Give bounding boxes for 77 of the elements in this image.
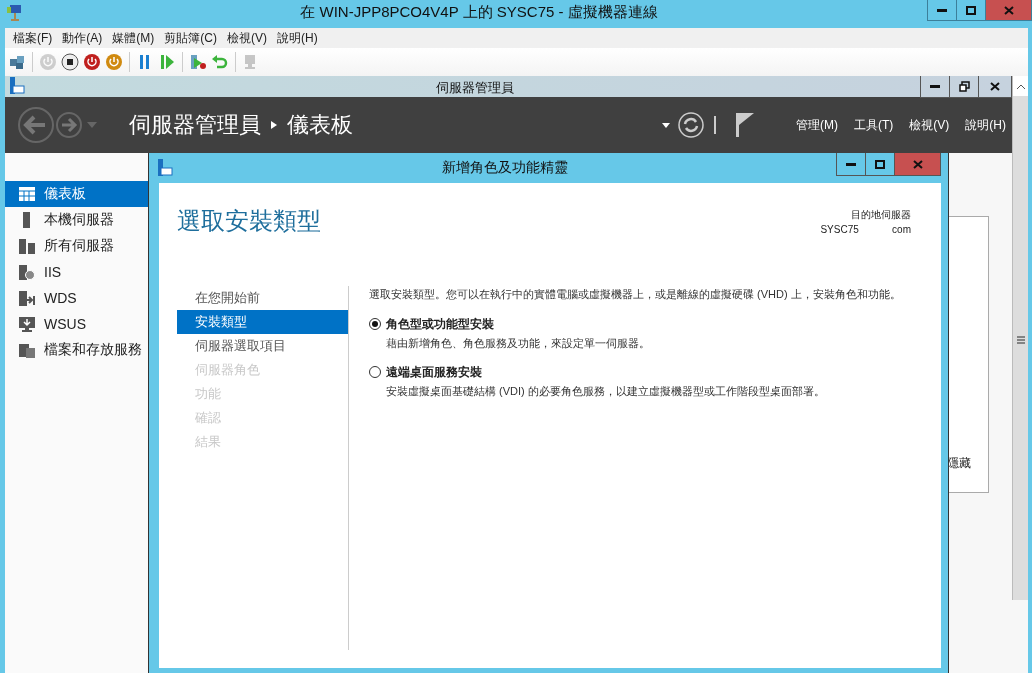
sidebar-label: 儀表板 <box>44 185 86 203</box>
option-description: 藉由新增角色、角色服務及功能，來設定單一伺服器。 <box>386 336 650 351</box>
minimize-button[interactable] <box>836 153 866 176</box>
restore-icon <box>958 81 970 92</box>
minimize-icon <box>937 8 947 12</box>
breadcrumb-item: 伺服器管理員 <box>129 111 261 139</box>
sidebar-item[interactable]: WSUS <box>5 311 148 337</box>
maximize-icon <box>966 5 976 15</box>
computer-network-icon <box>6 4 24 22</box>
wizard-step[interactable]: 在您開始前 <box>177 286 348 310</box>
minimize-button[interactable] <box>927 0 957 21</box>
menu-item[interactable]: 說明(H) <box>965 116 1006 134</box>
chevron-icon <box>271 121 277 129</box>
sidebar-item[interactable]: IIS <box>5 259 148 285</box>
minimize-icon <box>930 85 940 88</box>
menu-item[interactable]: 剪貼簿(C) <box>162 29 225 47</box>
option-title: 遠端桌面服務安裝 <box>386 364 483 381</box>
scroll-up-icon[interactable] <box>1016 83 1025 89</box>
menu-item[interactable]: 管理(M) <box>796 116 838 134</box>
folder-icon <box>19 342 35 358</box>
destination-server: SYSC75 com <box>820 224 911 235</box>
blocks-icon[interactable] <box>8 53 26 71</box>
refresh-icon[interactable] <box>678 112 704 138</box>
menu-item[interactable]: 動作(A) <box>60 29 111 47</box>
window-title: 在 WIN-JPP8PCO4V4P 上的 SYSC75 - 虛擬機器連線 <box>300 3 658 22</box>
server-arrow-icon <box>19 290 35 306</box>
sidebar-item[interactable]: WDS <box>5 285 148 311</box>
destination-label: 目的地伺服器 <box>851 208 911 222</box>
grid-icon <box>19 186 35 202</box>
option-title: 角色型或功能型安裝 <box>386 316 495 333</box>
menu-item[interactable]: 檢視(V) <box>909 116 950 134</box>
play-icon[interactable] <box>158 53 176 71</box>
description-text: 選取安裝類型。您可以在執行中的實體電腦或虛擬機器上，或是離線的虛擬硬碟 (VHD) 上，安裝角色和功能。 <box>369 287 902 302</box>
breadcrumb-item: 儀表板 <box>287 111 353 139</box>
sidebar-item[interactable]: 所有伺服器 <box>5 233 148 259</box>
option-description: 安裝虛擬桌面基礎結構 (VDI) 的必要角色服務，以建立虛擬機器型或工作階段型桌面部署。 <box>386 384 825 399</box>
menu-item[interactable]: 媒體(M) <box>110 29 163 47</box>
sidebar-label: IIS <box>44 264 62 280</box>
scrollbar[interactable] <box>1012 76 1028 600</box>
maximize-icon <box>875 159 885 169</box>
menu-item[interactable]: 工具(T) <box>854 116 894 134</box>
camera-play-icon[interactable] <box>189 53 207 71</box>
server-globe-icon <box>19 264 35 280</box>
flag-icon[interactable] <box>736 113 754 137</box>
sidebar-item[interactable]: 本機伺服器 <box>5 207 148 233</box>
servers-icon <box>19 238 35 254</box>
monitor-download-icon <box>19 316 35 332</box>
power-icon[interactable] <box>83 53 101 71</box>
sidebar-label: WSUS <box>44 316 86 332</box>
server-toolbox-icon <box>157 159 173 177</box>
close-icon <box>1003 5 1014 15</box>
wizard-step[interactable]: 安裝類型 <box>177 310 348 334</box>
window-title: 伺服器管理員 <box>436 79 514 97</box>
panel-label: 隱藏 <box>947 455 971 472</box>
close-icon <box>990 82 1000 91</box>
stop-icon[interactable] <box>61 53 79 71</box>
power-icon[interactable] <box>105 53 123 71</box>
menu-item[interactable]: 檢視(V) <box>225 29 275 47</box>
sidebar-item[interactable]: 檔案和存放服務 <box>5 337 148 363</box>
dropdown-caret-icon[interactable] <box>662 122 670 128</box>
window-title: 新增角色及功能精靈 <box>442 159 568 177</box>
radio-button[interactable] <box>369 366 381 378</box>
sidebar-label: WDS <box>44 290 77 306</box>
close-icon <box>912 159 923 169</box>
menu-item[interactable]: 說明(H) <box>275 29 326 47</box>
minimize-icon <box>846 162 856 166</box>
grip-icon <box>1016 336 1025 344</box>
menu-item[interactable]: 檔案(F) <box>11 29 61 47</box>
undo-arrow-icon[interactable] <box>211 53 229 71</box>
radio-button[interactable] <box>369 318 381 330</box>
sidebar-label: 本機伺服器 <box>44 211 114 229</box>
sidebar-label: 所有伺服器 <box>44 237 114 255</box>
sidebar-label: 檔案和存放服務 <box>44 341 142 359</box>
server-toolbox-icon <box>9 77 25 95</box>
wizard-step[interactable]: 伺服器選取項目 <box>177 334 348 358</box>
page-heading: 選取安裝類型 <box>177 206 321 236</box>
sidebar-item[interactable]: 儀表板 <box>5 181 148 207</box>
